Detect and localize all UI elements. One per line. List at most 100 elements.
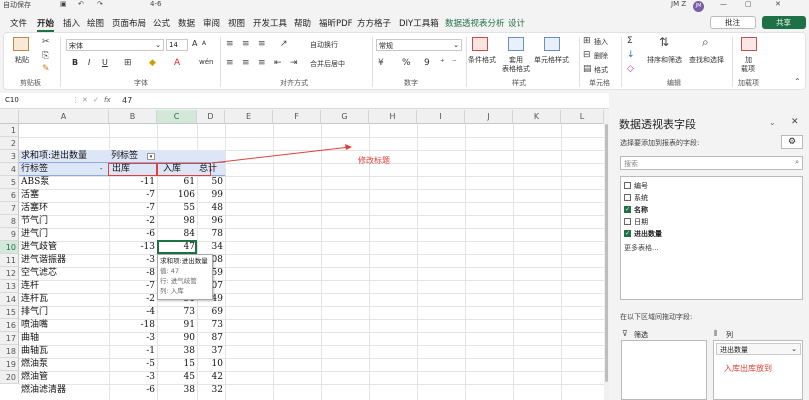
gear-icon[interactable]: ⚙	[781, 135, 803, 149]
tab-pivot-analyze[interactable]: 数据透视表分析	[445, 17, 505, 29]
addins-icon[interactable]	[741, 37, 757, 51]
align-center-icon[interactable]: ≡	[242, 58, 250, 68]
autosave-label[interactable]: 自动保存	[3, 0, 31, 10]
indent-decrease-icon[interactable]: ⇤	[274, 58, 282, 68]
chevron-up-icon[interactable]: ⌃	[794, 77, 801, 87]
columns-drop-area[interactable]: 进出数量 ⌄ 入库出库放到	[713, 340, 803, 400]
grow-font-button[interactable]: A	[192, 39, 197, 48]
worksheet-grid[interactable]: A B C D E F G H I J K L 1 2 3 4 5 6 7 8 …	[0, 110, 604, 400]
field-label[interactable]: 编号	[634, 181, 648, 191]
underline-button[interactable]: U	[102, 58, 108, 67]
align-left-icon[interactable]: ≡	[226, 58, 234, 68]
close-icon[interactable]: ✕	[775, 0, 781, 8]
bold-button[interactable]: B	[72, 58, 78, 67]
table-format-icon[interactable]	[508, 37, 524, 51]
find-select-icon[interactable]: ⌕	[702, 36, 709, 48]
fill-color-icon[interactable]: ◆	[149, 58, 156, 68]
tab-page-layout[interactable]: 页面布局	[112, 17, 146, 29]
name-box[interactable]: C10	[3, 95, 69, 107]
find-select-label[interactable]: 查找和选择	[689, 55, 724, 65]
delete-cells-button[interactable]: 删除	[594, 51, 608, 61]
field-label[interactable]: 日期	[634, 217, 648, 227]
formula-input[interactable]: 47	[122, 96, 132, 105]
tab-insert[interactable]: 插入	[63, 17, 80, 29]
cut-icon[interactable]: ✂	[42, 37, 50, 47]
sort-filter-icon[interactable]: ⇅	[659, 36, 669, 48]
tab-file[interactable]: 文件	[10, 17, 27, 29]
cancel-icon[interactable]: ✕	[82, 96, 88, 104]
decrease-decimal-icon[interactable]: ⁻	[452, 58, 457, 68]
number-format-select[interactable]: 常规 ⌄	[376, 39, 462, 51]
tab-data[interactable]: 数据	[178, 17, 195, 29]
undo-icon[interactable]: ↶	[78, 0, 84, 8]
align-bottom-icon[interactable]: ≡	[258, 39, 266, 49]
tab-home[interactable]: 开始	[37, 17, 55, 32]
minimize-icon[interactable]: —	[720, 0, 727, 8]
currency-icon[interactable]: ¥	[378, 58, 384, 68]
orientation-icon[interactable]: ↗	[280, 39, 288, 49]
shrink-font-button[interactable]: A	[202, 40, 206, 47]
format-painter-icon[interactable]: ✎	[42, 64, 50, 74]
close-icon[interactable]: ✕	[791, 117, 799, 127]
tab-view[interactable]: 视图	[228, 17, 245, 29]
field-label[interactable]: 进出数量	[634, 229, 662, 239]
conditional-format-icon[interactable]	[472, 37, 488, 51]
filters-drop-area[interactable]	[621, 340, 707, 400]
tab-developer[interactable]: 开发工具	[253, 17, 287, 29]
sort-filter-label[interactable]: 排序和筛选	[647, 55, 682, 65]
share-button[interactable]: 共享	[762, 16, 806, 29]
function-icon[interactable]: fx	[104, 96, 111, 104]
font-name-select[interactable]: 宋体 ⌄	[66, 39, 164, 51]
field-search-input[interactable]: 搜索 ⌕	[620, 156, 803, 170]
font-color-icon[interactable]: A	[174, 58, 180, 68]
field-label[interactable]: 系统	[634, 193, 648, 203]
increase-decimal-icon[interactable]: ⁺	[440, 58, 445, 68]
delete-cells-icon[interactable]: ⊟	[583, 50, 591, 60]
clear-icon[interactable]: ◇	[627, 64, 634, 74]
comma-button[interactable]: 9	[424, 58, 430, 68]
field-checkbox-checked[interactable]: ✓	[624, 206, 631, 213]
avatar[interactable]: JM	[693, 1, 704, 12]
field-checkbox-checked[interactable]: ✓	[624, 230, 631, 237]
field-checkbox[interactable]	[624, 194, 631, 201]
paste-icon[interactable]	[13, 37, 29, 51]
column-field-chip[interactable]: 进出数量 ⌄	[716, 343, 801, 355]
fill-icon[interactable]: ↓	[627, 50, 635, 60]
name-box-more-icon[interactable]: ⋮	[72, 96, 79, 104]
restore-icon[interactable]: ▢	[745, 0, 752, 8]
insert-cells-icon[interactable]: ⊞	[583, 36, 591, 46]
tab-review[interactable]: 审阅	[203, 17, 220, 29]
cell-styles-icon[interactable]	[544, 37, 560, 51]
percent-button[interactable]: %	[402, 58, 411, 68]
align-top-icon[interactable]: ≡	[226, 39, 234, 49]
tab-draw[interactable]: 绘图	[87, 17, 104, 29]
tab-fangfang[interactable]: 方方格子	[357, 17, 391, 29]
align-right-icon[interactable]: ≡	[258, 58, 266, 68]
tab-diy-tools[interactable]: DIY工具箱	[399, 17, 439, 29]
italic-button[interactable]: I	[88, 58, 90, 67]
indent-increase-icon[interactable]: ⇥	[290, 58, 298, 68]
tab-foxit-pdf[interactable]: 福昕PDF	[319, 17, 353, 29]
comment-button[interactable]: 批注	[710, 16, 756, 29]
redo-icon[interactable]: ↷	[97, 0, 103, 8]
field-label[interactable]: 名称	[634, 205, 648, 215]
tab-formulas[interactable]: 公式	[153, 17, 170, 29]
tab-help[interactable]: 帮助	[294, 17, 311, 29]
scrollbar-thumb[interactable]	[605, 124, 608, 382]
enter-icon[interactable]: ✓	[93, 96, 99, 104]
font-size-select[interactable]: 14	[166, 39, 188, 51]
field-checkbox[interactable]	[624, 218, 631, 225]
insert-cells-button[interactable]: 插入	[594, 37, 608, 47]
merge-center-button[interactable]: 合并后居中	[310, 59, 345, 69]
format-cells-icon[interactable]: ▤	[583, 64, 592, 74]
chevron-down-icon[interactable]: ⌄	[769, 118, 776, 127]
align-middle-icon[interactable]: ≡	[242, 39, 250, 49]
border-icon[interactable]: ⊞	[124, 58, 132, 68]
wrap-text-button[interactable]: 自动换行	[310, 40, 338, 50]
format-cells-button[interactable]: 格式	[594, 65, 608, 75]
more-tables-link[interactable]: 更多表格...	[624, 243, 659, 253]
phonetic-button[interactable]: wén	[199, 58, 213, 66]
save-icon[interactable]: ▣	[60, 0, 67, 8]
copy-icon[interactable]: ⎘	[42, 51, 49, 61]
autosum-button[interactable]: Σ	[627, 36, 633, 46]
